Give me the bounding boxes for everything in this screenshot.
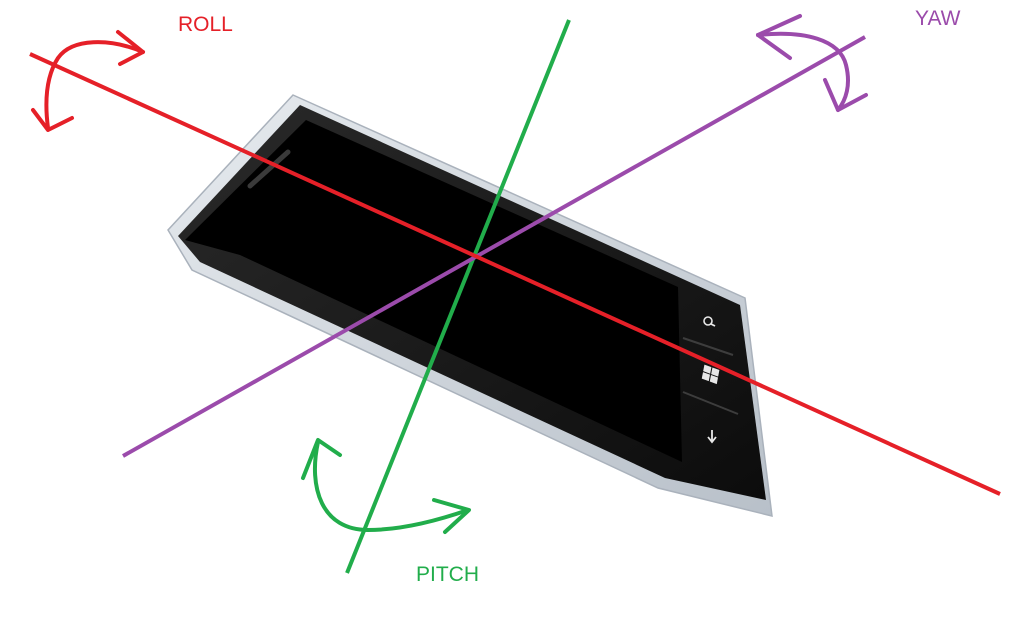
orientation-diagram: ROLL YAW PITCH	[0, 0, 1026, 623]
diagram-canvas	[29, 14, 1001, 574]
roll-label: ROLL	[178, 13, 233, 36]
roll-arrowhead-down	[31, 108, 74, 132]
pitch-label: PITCH	[416, 563, 479, 586]
yaw-label: YAW	[915, 7, 961, 30]
yaw-arrowhead-left	[756, 14, 802, 60]
pitch-arrowhead-up	[301, 438, 342, 480]
